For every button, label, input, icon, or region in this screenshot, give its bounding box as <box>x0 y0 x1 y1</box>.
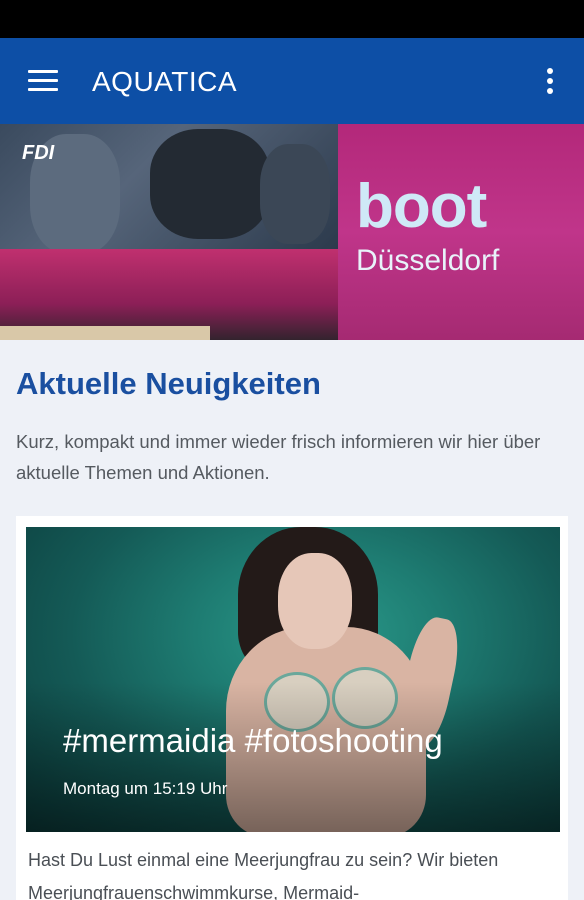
news-card-image[interactable]: #mermaidia #fotoshooting Montag um 15:19… <box>26 527 560 832</box>
hero-logo-city: Düsseldorf <box>356 244 500 277</box>
more-vert-icon[interactable] <box>540 66 560 96</box>
section-intro: Kurz, kompakt und immer wieder frisch in… <box>16 431 541 483</box>
news-card-date: Montag um 15:19 Uhr <box>63 779 228 798</box>
hero-image <box>0 124 584 340</box>
news-card-title: #mermaidia #fotoshooting <box>63 722 443 759</box>
app-title: AQUATICA <box>92 66 238 97</box>
news-card[interactable]: #mermaidia #fotoshooting Montag um 15:19… <box>16 516 568 900</box>
app-bar: AQUATICA <box>0 38 584 124</box>
status-bar <box>0 0 584 38</box>
hero-screen-brand: FDI <box>22 142 55 164</box>
section-title: Aktuelle Neuigkeiten <box>16 366 321 401</box>
hamburger-menu-icon[interactable] <box>28 68 58 92</box>
hero-logo-boot: boot <box>356 172 487 241</box>
news-card-excerpt: Hast Du Lust einmal eine Meerjungfrau zu… <box>28 850 499 900</box>
